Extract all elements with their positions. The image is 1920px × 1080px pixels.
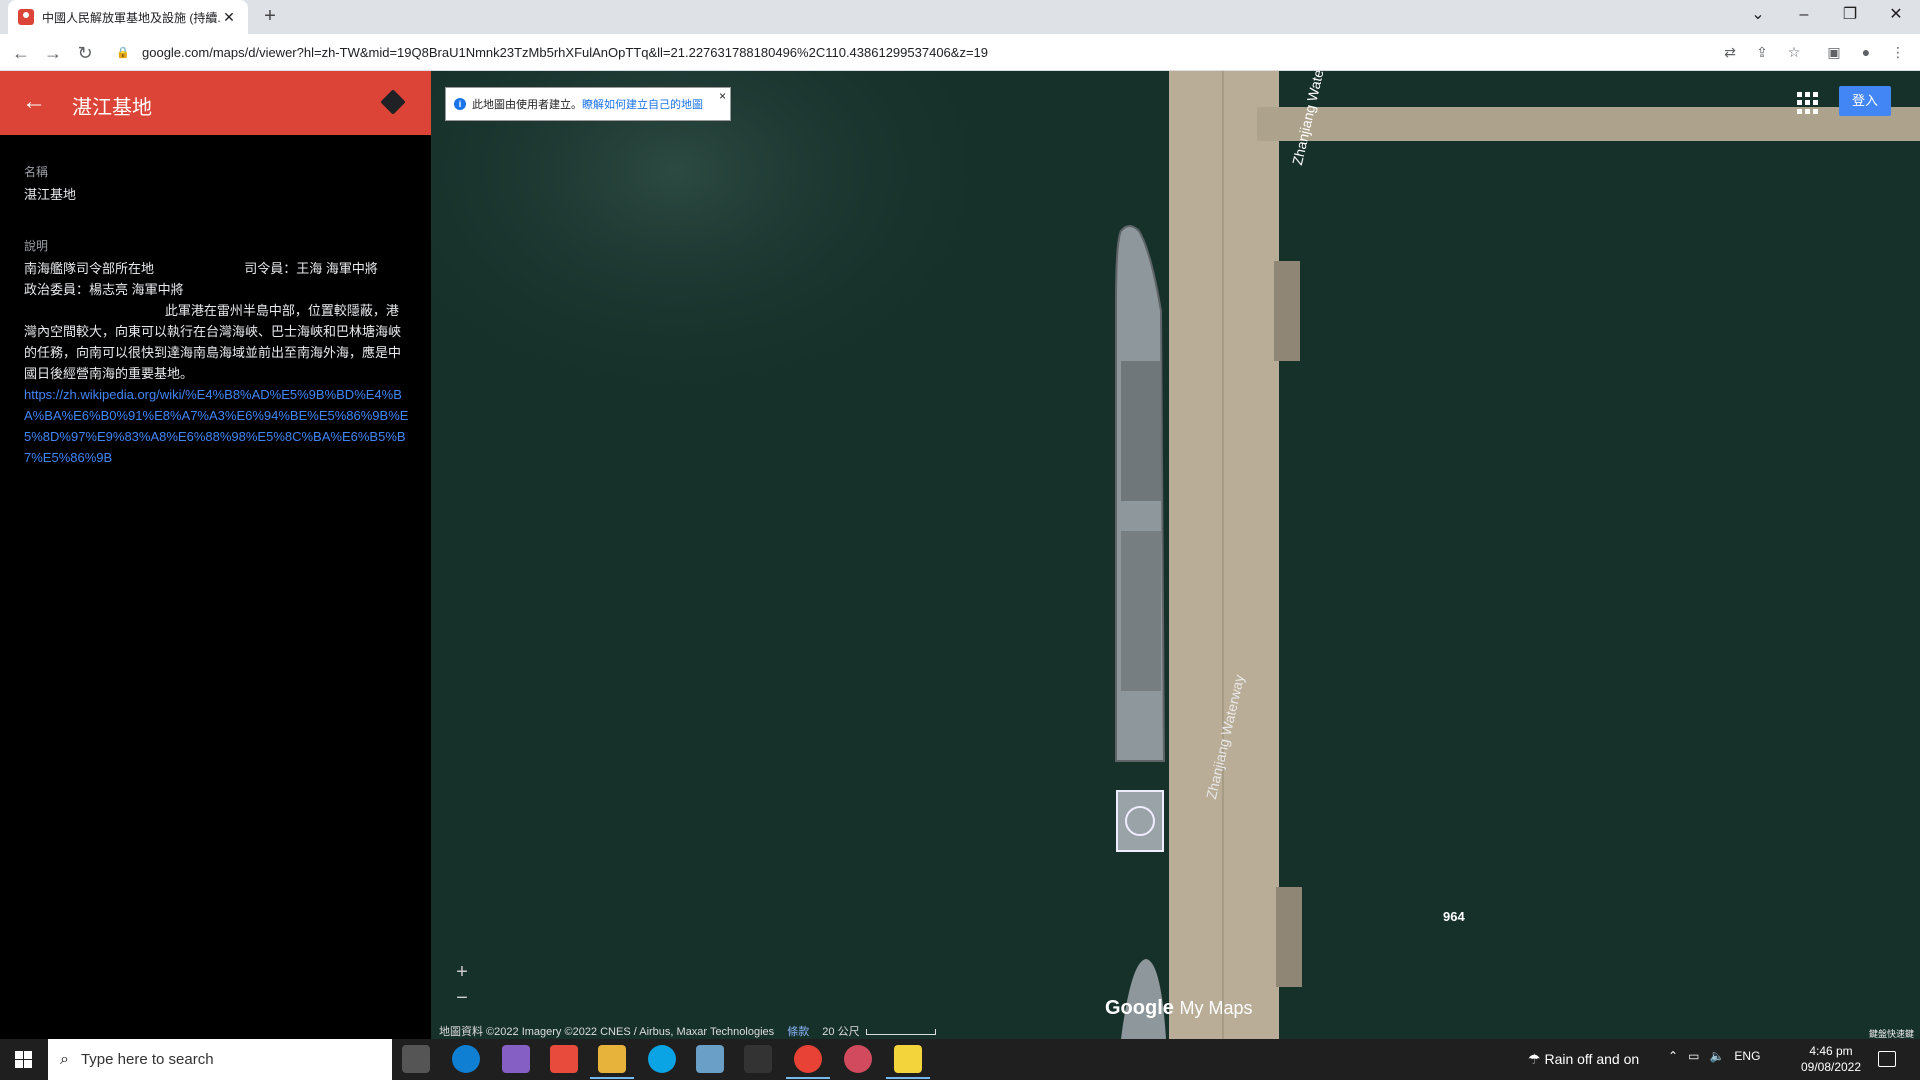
pier-building xyxy=(1274,261,1300,361)
name-label: 名稱 xyxy=(24,165,49,179)
edge-icon[interactable] xyxy=(452,1045,480,1073)
google-my-maps-logo: Google My Maps xyxy=(1105,997,1252,1020)
tab-title: 中國人民解放軍基地及設施 (持續... xyxy=(42,10,220,25)
windows-logo-icon xyxy=(15,1051,32,1068)
scale-bar xyxy=(865,1029,936,1036)
minimize-button[interactable]: – xyxy=(1781,0,1827,30)
satellite-map[interactable]: Zhanjiang Waterway Zhanjiang Waterway 96… xyxy=(431,71,1920,1039)
place-title: 湛江基地 xyxy=(72,97,152,119)
chrome-icon[interactable] xyxy=(786,1045,830,1079)
browser-tab-strip: 中國人民解放軍基地及設施 (持續... ✕ + ⌄ – ❐ ✕ xyxy=(0,0,1920,34)
terms-link[interactable]: 條款 xyxy=(787,1026,809,1038)
scale-label[interactable]: 20 公尺 xyxy=(822,1026,859,1038)
skype-icon[interactable] xyxy=(648,1045,676,1073)
keyboard-shortcuts-link[interactable]: 鍵盤快速鍵 xyxy=(1869,1027,1914,1039)
attribution-text: 地圖資料 ©2022 Imagery ©2022 CNES / Airbus, … xyxy=(439,1026,775,1038)
sign-in-button[interactable]: 登入 xyxy=(1839,86,1891,116)
clock-time: 4:46 pm xyxy=(1809,1044,1853,1058)
sticky-notes-icon[interactable] xyxy=(886,1045,930,1079)
learn-link[interactable]: 瞭解如何建立自己的地圖 xyxy=(582,96,703,112)
volume-icon[interactable]: 🔈 xyxy=(1709,1049,1724,1063)
water-glare xyxy=(431,71,1131,571)
taskbar-search[interactable]: ⌕ Type here to search xyxy=(48,1039,392,1080)
visual-studio-icon[interactable] xyxy=(502,1045,530,1073)
search-icon: ⌕ xyxy=(60,1050,69,1068)
lock-icon[interactable]: 🔒 xyxy=(116,46,130,59)
search-placeholder[interactable]: Type here to search xyxy=(81,1051,214,1068)
new-tab-button[interactable]: + xyxy=(258,5,282,29)
pier-building-2 xyxy=(1276,887,1302,987)
windows-taskbar: ⌕ Type here to search ☂ Rain off and on … xyxy=(0,1039,1920,1080)
name-value: 湛江基地 xyxy=(24,187,77,202)
description-text: 南海艦隊司令部所在地 司令員：王海 海軍中將 政治委員：楊志亮 海軍中將 此軍港… xyxy=(24,261,402,381)
info-banner: i 此地圖由使用者建立。 瞭解如何建立自己的地圖 × xyxy=(445,87,731,121)
forward-icon[interactable]: → xyxy=(40,40,66,66)
weather-text[interactable]: Rain off and on xyxy=(1544,1051,1639,1067)
back-arrow-icon[interactable]: ← xyxy=(22,88,46,116)
mymaps-logo-text: My Maps xyxy=(1179,998,1253,1018)
snipping-tool-icon[interactable] xyxy=(844,1045,872,1073)
description-label: 說明 xyxy=(24,239,49,253)
zoom-in-button[interactable]: + xyxy=(449,959,475,985)
apps-grid-icon[interactable] xyxy=(1797,92,1819,114)
clock[interactable]: 4:46 pm 09/08/2022 xyxy=(1796,1043,1866,1075)
notification-icon[interactable] xyxy=(1878,1051,1896,1067)
wikipedia-link[interactable]: https://zh.wikipedia.org/wiki/%E4%B8%AD%… xyxy=(24,384,409,468)
url-text[interactable]: google.com/maps/d/viewer?hl=zh-TW&mid=19… xyxy=(142,45,988,60)
restore-button[interactable]: ❐ xyxy=(1827,0,1873,30)
warship-superstructure xyxy=(1121,361,1161,501)
share-icon[interactable]: ⇪ xyxy=(1752,42,1772,62)
google-logo-text: Google xyxy=(1105,997,1174,1019)
helipad xyxy=(1116,790,1164,852)
info-icon: i xyxy=(454,98,466,110)
network-icon[interactable]: ▭ xyxy=(1688,1049,1699,1063)
tab-search-icon[interactable]: ⌄ xyxy=(1735,0,1781,30)
translate-icon[interactable]: ⇄ xyxy=(1720,42,1740,62)
anydesk-icon[interactable] xyxy=(550,1045,578,1073)
map-attribution: 地圖資料 ©2022 Imagery ©2022 CNES / Airbus, … xyxy=(439,1023,936,1039)
browser-toolbar: ← → ↻ 🔒 google.com/maps/d/viewer?hl=zh-T… xyxy=(0,34,1920,71)
profile-icon[interactable]: ● xyxy=(1856,42,1876,62)
close-tab-icon[interactable]: ✕ xyxy=(220,9,238,26)
satellite-imagery xyxy=(431,71,1920,1039)
panel-body: 名稱 湛江基地 說明 南海艦隊司令部所在地 司令員：王海 海軍中將 政治委員：楊… xyxy=(0,135,431,496)
task-view-icon[interactable] xyxy=(402,1045,430,1073)
maps-favicon-icon xyxy=(18,9,34,25)
app-icon[interactable] xyxy=(696,1045,724,1073)
warship-deck xyxy=(1121,531,1161,691)
directions-icon[interactable] xyxy=(380,89,406,115)
info-text: 此地圖由使用者建立。 xyxy=(472,99,582,111)
weather-icon: ☂ xyxy=(1528,1051,1545,1067)
language-indicator[interactable]: ENG xyxy=(1734,1049,1760,1063)
menu-icon[interactable]: ⋮ xyxy=(1888,42,1908,62)
weather-widget[interactable]: ☂ Rain off and on xyxy=(1528,1051,1639,1068)
close-window-button[interactable]: ✕ xyxy=(1873,0,1919,30)
place-details-panel: ← 湛江基地 名稱 湛江基地 說明 南海艦隊司令部所在地 司令員：王海 海軍中將… xyxy=(0,71,431,1039)
show-hidden-icons-icon[interactable]: ⌃ xyxy=(1668,1049,1678,1063)
bookmark-star-icon[interactable]: ☆ xyxy=(1784,42,1804,62)
clock-date: 09/08/2022 xyxy=(1800,1060,1862,1074)
terminal-icon[interactable] xyxy=(744,1045,772,1073)
side-panel-icon[interactable]: ▣ xyxy=(1824,42,1844,62)
panel-header: ← 湛江基地 xyxy=(0,71,431,135)
reload-icon[interactable]: ↻ xyxy=(72,40,98,66)
browser-tab[interactable]: 中國人民解放軍基地及設施 (持續... ✕ xyxy=(8,0,248,34)
file-explorer-icon[interactable] xyxy=(590,1045,634,1079)
zoom-out-button[interactable]: − xyxy=(449,985,475,1011)
cross-pier xyxy=(1257,107,1920,141)
close-banner-icon[interactable]: × xyxy=(719,89,726,103)
system-tray: ⌃ ▭ 🔈 ENG xyxy=(1668,1049,1760,1063)
back-icon[interactable]: ← xyxy=(8,40,34,66)
address-bar[interactable]: 🔒 google.com/maps/d/viewer?hl=zh-TW&mid=… xyxy=(108,38,1718,67)
start-button[interactable] xyxy=(0,1039,48,1080)
hull-number: 964 xyxy=(1443,909,1465,924)
